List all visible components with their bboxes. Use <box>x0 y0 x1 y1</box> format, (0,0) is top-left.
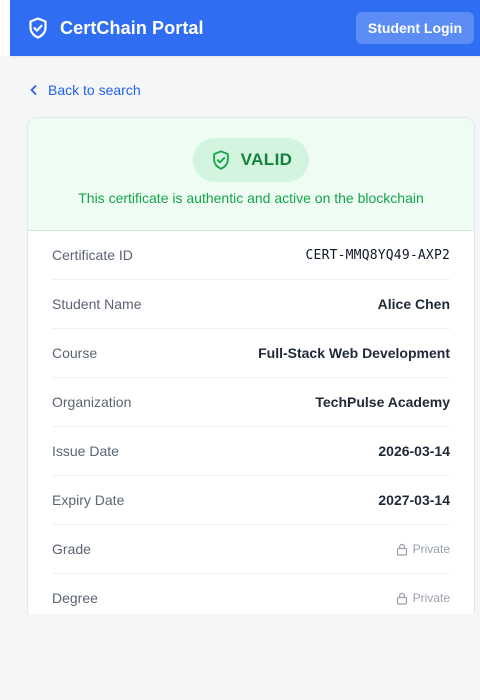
student-name-value: Alice Chen <box>377 296 450 312</box>
shield-check-icon <box>212 150 229 170</box>
top-navbar: CertChain Portal Student Login <box>10 0 480 56</box>
detail-label: Expiry Date <box>52 492 125 508</box>
chevron-left-icon <box>30 85 37 95</box>
detail-row-degree: Degree Private <box>52 574 450 614</box>
detail-label: Course <box>52 345 98 361</box>
detail-label: Organization <box>52 394 132 410</box>
window-edge <box>0 0 10 56</box>
private-label: Private <box>412 591 450 605</box>
status-message: This certificate is authentic and active… <box>78 190 424 206</box>
status-badge-label: VALID <box>240 150 293 169</box>
student-login-button[interactable]: Student Login <box>355 12 474 44</box>
detail-label: Certificate ID <box>52 247 133 263</box>
certificate-details: Certificate ID CERT-MMQ8YQ49-AXP2 Studen… <box>28 231 474 614</box>
detail-row-grade: Grade Private <box>52 525 450 574</box>
detail-row-student-name: Student Name Alice Chen <box>52 280 450 329</box>
private-badge: Private <box>396 542 450 556</box>
shield-check-icon <box>29 17 47 39</box>
private-badge: Private <box>396 591 450 605</box>
lock-icon <box>396 543 407 556</box>
detail-label: Grade <box>52 541 91 557</box>
certificate-id-value: CERT-MMQ8YQ49-AXP2 <box>305 247 450 263</box>
detail-label: Degree <box>52 590 98 606</box>
expiry-date-value: 2027-03-14 <box>378 492 450 508</box>
verification-status-panel: VALID This certificate is authentic and … <box>28 118 474 231</box>
detail-row-certificate-id: Certificate ID CERT-MMQ8YQ49-AXP2 <box>52 231 450 280</box>
status-badge: VALID <box>193 138 309 182</box>
detail-row-course: Course Full-Stack Web Development <box>52 329 450 378</box>
detail-row-expiry-date: Expiry Date 2027-03-14 <box>52 476 450 525</box>
course-value: Full-Stack Web Development <box>258 345 450 361</box>
lock-icon <box>396 592 407 605</box>
certificate-card: VALID This certificate is authentic and … <box>27 117 475 614</box>
organization-value: TechPulse Academy <box>315 394 450 410</box>
detail-label: Issue Date <box>52 443 119 459</box>
issue-date-value: 2026-03-14 <box>378 443 450 459</box>
app-title: CertChain Portal <box>60 17 204 38</box>
back-to-search-link[interactable]: Back to search <box>28 80 141 100</box>
detail-label: Student Name <box>52 296 142 312</box>
detail-row-organization: Organization TechPulse Academy <box>52 378 450 427</box>
back-link-label: Back to search <box>48 82 141 98</box>
brand[interactable]: CertChain Portal <box>26 14 204 42</box>
detail-row-issue-date: Issue Date 2026-03-14 <box>52 427 450 476</box>
private-label: Private <box>412 542 450 556</box>
